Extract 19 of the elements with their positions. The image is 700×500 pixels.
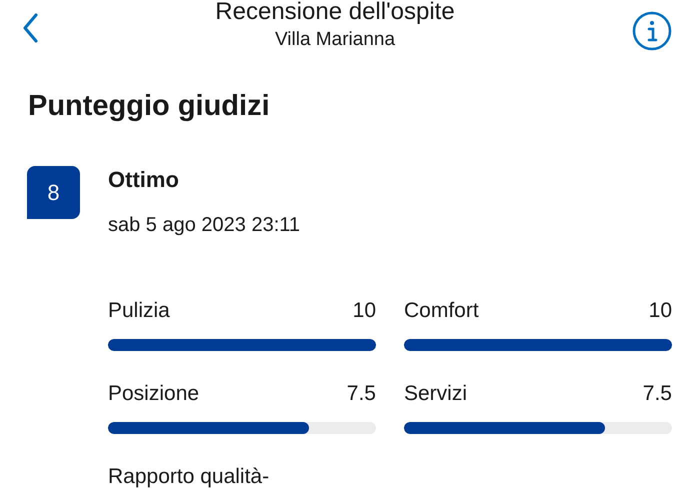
info-button[interactable]: [632, 11, 672, 51]
score-label: Pulizia: [108, 298, 170, 324]
section-heading: Punteggio giudizi: [28, 89, 271, 124]
chevron-left-icon: [22, 13, 38, 43]
screen-title: Recensione dell'ospite: [215, 0, 455, 24]
back-button[interactable]: [22, 13, 38, 43]
score-value: 7.5: [346, 381, 376, 407]
score-value: 7.5: [642, 381, 672, 407]
score-label: Comfort: [404, 298, 479, 324]
info-icon: [632, 11, 672, 51]
score-label: Posizione: [108, 381, 200, 407]
score-badge: 8: [27, 166, 80, 219]
score-label: Rapporto qualità-: [108, 464, 270, 490]
review-date: sab 5 ago 2023 23:11: [108, 213, 300, 238]
score-value: 10: [352, 298, 376, 324]
score-label: Servizi: [404, 381, 468, 407]
review-verdict: Ottimo: [108, 166, 180, 194]
property-name: Villa Marianna: [274, 28, 396, 52]
score-value: 10: [648, 298, 672, 324]
